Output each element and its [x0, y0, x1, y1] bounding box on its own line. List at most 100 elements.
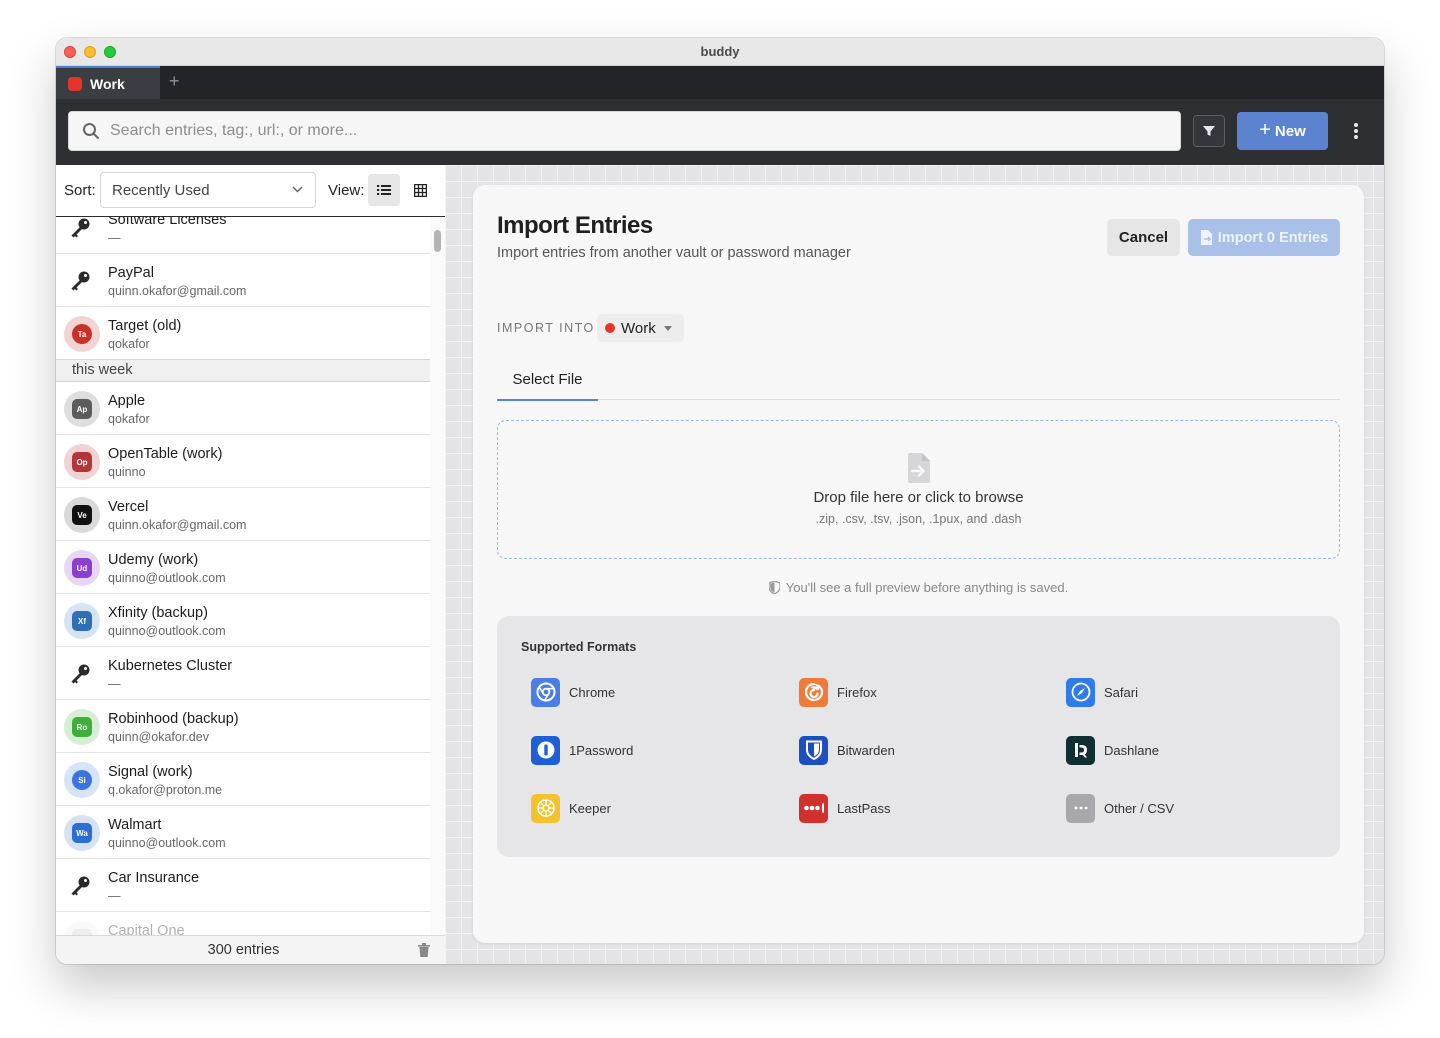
- list-item[interactable]: Wa Walmart quinno@outlook.com: [56, 806, 430, 859]
- import-card: Import Entries Import entries from anoth…: [473, 185, 1364, 943]
- list-item[interactable]: Kubernetes Cluster —: [56, 647, 430, 700]
- format-1password[interactable]: 1Password: [531, 735, 633, 765]
- format-lastpass[interactable]: LastPass: [799, 793, 890, 823]
- entry-subtitle: qokafor: [108, 337, 150, 351]
- plus-icon: +: [1259, 118, 1271, 141]
- file-upload-icon: [908, 453, 930, 483]
- more-menu-icon[interactable]: [1346, 121, 1366, 141]
- avatar-badge: Op: [72, 452, 92, 472]
- entry-title: Kubernetes Cluster: [108, 658, 233, 674]
- dashlane-icon: [1066, 735, 1095, 765]
- vault-select[interactable]: Work: [597, 314, 684, 342]
- sort-label: Sort:: [64, 182, 96, 199]
- avatar: Wa: [64, 815, 100, 851]
- search-box[interactable]: [68, 111, 1181, 151]
- bitwarden-icon: [799, 735, 828, 765]
- format-bitwarden[interactable]: Bitwarden: [799, 735, 895, 765]
- list-item[interactable]: Ro Robinhood (backup) quinn@okafor.dev: [56, 700, 430, 753]
- avatar-badge: Ap: [72, 399, 92, 419]
- format-label: Other / CSV: [1104, 800, 1175, 816]
- onepassword-icon: [531, 735, 560, 765]
- entry-subtitle: quinno@outlook.com: [108, 624, 226, 638]
- list-item[interactable]: Ud Udemy (work) quinno@outlook.com: [56, 541, 430, 594]
- grid-icon: [413, 183, 427, 197]
- tab-label: Work: [90, 75, 125, 92]
- firefox-icon: [799, 677, 828, 707]
- avatar: Si: [64, 762, 100, 798]
- avatar-badge: Si: [72, 770, 92, 790]
- key-icon: [71, 876, 90, 896]
- tab-select-file[interactable]: Select File: [497, 371, 598, 401]
- tab-bar: Work +: [56, 66, 1384, 99]
- avatar: Ve: [64, 497, 100, 533]
- list-view-button[interactable]: [368, 174, 400, 206]
- list-item[interactable]: Ap Apple qokafor: [56, 382, 430, 435]
- import-entries-button[interactable]: Import 0 Entries: [1188, 219, 1340, 256]
- vault-name: Work: [621, 319, 656, 337]
- entry-subtitle: qokafor: [108, 412, 150, 426]
- list-item[interactable]: Op OpenTable (work) quinno: [56, 435, 430, 488]
- search-input[interactable]: [110, 122, 1110, 140]
- trash-icon[interactable]: [418, 943, 430, 957]
- scrollbar[interactable]: [430, 217, 445, 935]
- format-keeper[interactable]: Keeper: [531, 793, 611, 823]
- format-safari[interactable]: Safari: [1066, 677, 1138, 707]
- window-title: buddy: [700, 44, 740, 59]
- vault-color-dot: [68, 76, 82, 91]
- entry-subtitle: quinn.okafor@gmail.com: [108, 518, 247, 532]
- format-dashlane[interactable]: Dashlane: [1066, 735, 1159, 765]
- import-into-label: IMPORT INTO: [497, 321, 595, 335]
- sort-select[interactable]: Recently Used: [100, 172, 316, 208]
- list-item[interactable]: Ta Target (old) qokafor: [56, 307, 430, 360]
- key-icon: [71, 664, 90, 684]
- list-item[interactable]: Ve Vercel quinn.okafor@gmail.com: [56, 488, 430, 541]
- filter-button[interactable]: [1193, 115, 1225, 147]
- cancel-button[interactable]: Cancel: [1107, 219, 1180, 256]
- file-drop-zone[interactable]: Drop file here or click to browse .zip, …: [497, 420, 1340, 559]
- vault-color-dot: [605, 323, 615, 333]
- list-item[interactable]: PayPal quinn.okafor@gmail.com: [56, 254, 430, 307]
- page-title: Import Entries: [497, 212, 653, 239]
- entry-title: Capital One: [108, 923, 185, 935]
- entry-list: Software Licenses — PayPal quinn.okafor@…: [56, 217, 430, 935]
- format-other-csv[interactable]: Other / CSV: [1066, 793, 1174, 823]
- format-label: Safari: [1104, 684, 1138, 700]
- more-icon: [1066, 793, 1095, 823]
- tab-work[interactable]: Work: [56, 66, 160, 99]
- avatar: Xf: [64, 603, 100, 639]
- tab-divider: [497, 399, 1340, 400]
- format-label: Chrome: [569, 684, 616, 700]
- safari-icon: [1066, 677, 1095, 707]
- list-item[interactable]: Software Licenses —: [56, 217, 430, 254]
- avatar-badge: Ta: [72, 324, 92, 344]
- entry-subtitle: q.okafor@proton.me: [108, 783, 223, 797]
- format-label: 1Password: [569, 742, 634, 758]
- supported-formats: Supported Formats Chrome Firefox Safari …: [497, 616, 1340, 857]
- list-item[interactable]: Car Insurance —: [56, 859, 430, 912]
- format-label: Keeper: [569, 800, 611, 816]
- preview-note-text: You'll see a full preview before anythin…: [785, 580, 1069, 595]
- caret-down-icon: [663, 325, 672, 331]
- entry-title: OpenTable (work): [108, 446, 223, 462]
- key-icon: [71, 218, 90, 238]
- new-entry-button[interactable]: + New: [1237, 112, 1328, 150]
- list-item[interactable]: Xf Xfinity (backup) quinno@outlook.com: [56, 594, 430, 647]
- add-tab-icon[interactable]: +: [169, 71, 180, 92]
- scrollbar-thumb[interactable]: [434, 230, 441, 252]
- entry-subtitle: quinno@outlook.com: [108, 571, 226, 585]
- list-item[interactable]: Si Signal (work) q.okafor@proton.me: [56, 753, 430, 806]
- entry-title: Xfinity (backup): [108, 605, 208, 621]
- entry-subtitle: quinn@okafor.dev: [108, 730, 209, 744]
- avatar-badge: Wa: [72, 823, 92, 843]
- avatar: Op: [64, 444, 100, 480]
- format-chrome[interactable]: Chrome: [531, 677, 615, 707]
- new-button-label: New: [1274, 122, 1306, 140]
- format-label: Dashlane: [1104, 742, 1159, 758]
- format-firefox[interactable]: Firefox: [799, 677, 877, 707]
- grid-view-button[interactable]: [404, 174, 436, 206]
- list-item[interactable]: Capital One: [56, 912, 430, 935]
- import-button-label: Import 0 Entries: [1217, 229, 1329, 246]
- sort-value: Recently Used: [112, 181, 210, 199]
- avatar-badge: Ve: [72, 505, 92, 525]
- avatar: [64, 921, 100, 935]
